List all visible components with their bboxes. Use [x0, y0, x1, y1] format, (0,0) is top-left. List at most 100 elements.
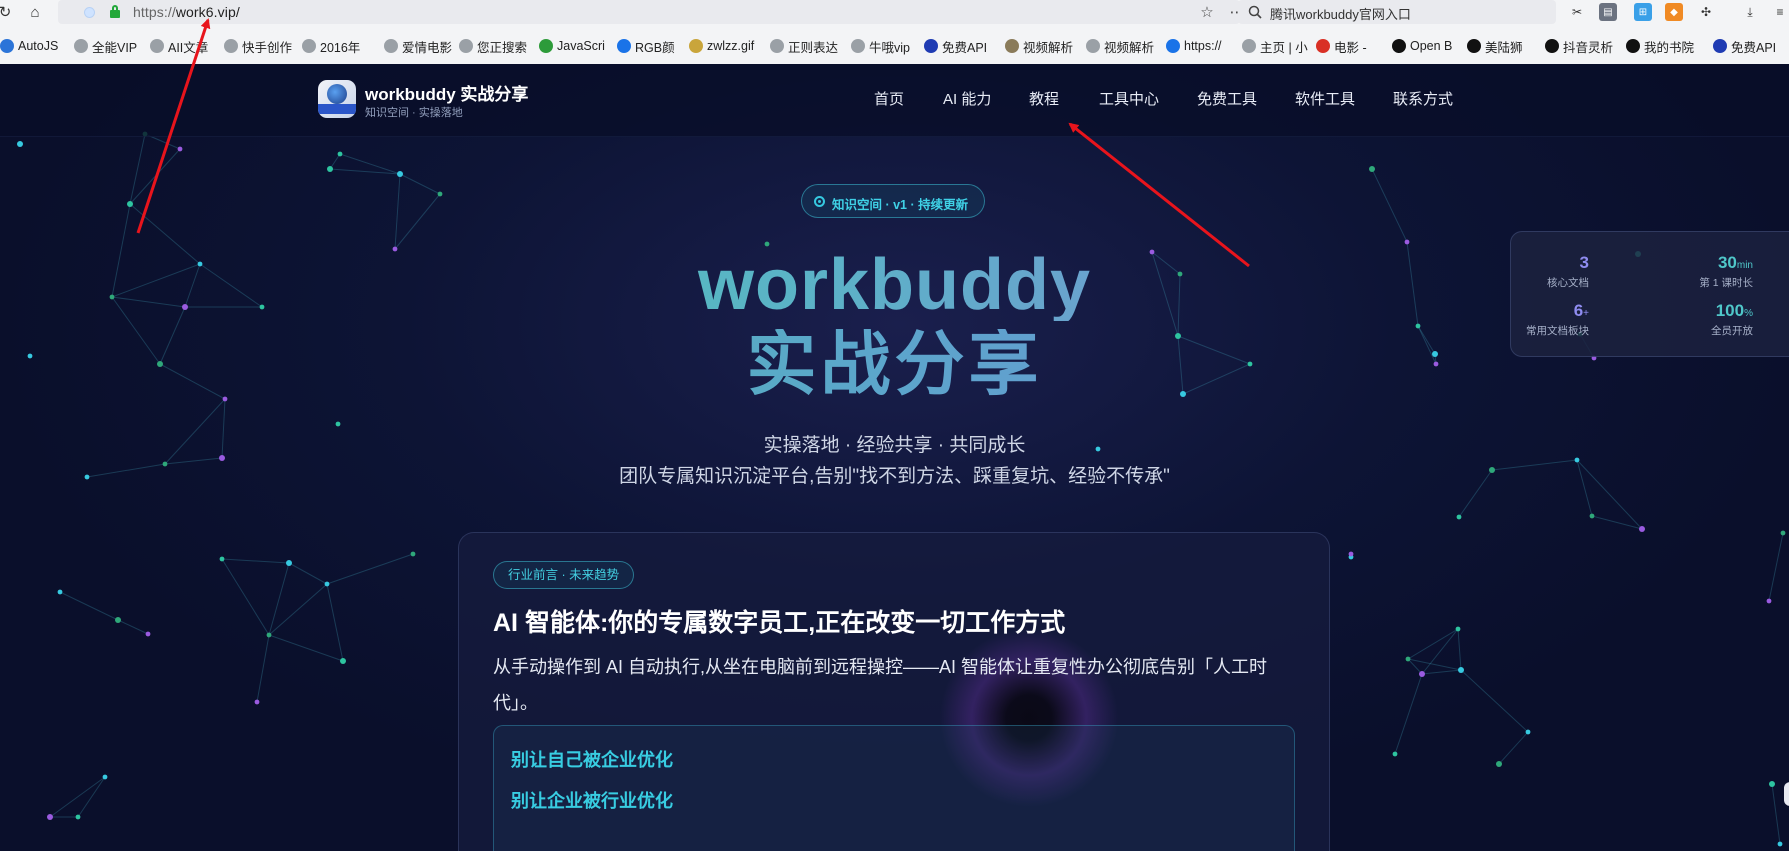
- bookmark-label: 免费API: [942, 40, 988, 55]
- browser-search-box[interactable]: 腾讯workbuddy官网入口: [1238, 0, 1556, 24]
- bookmark-item[interactable]: 我的书院: [1626, 37, 1694, 55]
- nav-tool-center[interactable]: 工具中心: [1099, 88, 1159, 109]
- site-info-icon[interactable]: [84, 7, 95, 18]
- bookmark-item[interactable]: zwlzz.gif: [689, 37, 754, 55]
- nav-free-tools[interactable]: 免费工具: [1197, 88, 1257, 109]
- bookmark-item[interactable]: 美陆狮: [1467, 37, 1523, 55]
- bookmark-item[interactable]: JavaScri: [539, 37, 605, 55]
- address-bar[interactable]: https://work6.vip/ ☆ ⋯ ⌄: [58, 0, 1273, 24]
- bookmark-item[interactable]: 快手创作: [224, 37, 292, 55]
- browser-toolbar: ↻ ⌂ https://work6.vip/ ☆ ⋯ ⌄ 腾讯workbuddy…: [0, 0, 1789, 25]
- bookmark-item[interactable]: 视频解析: [1086, 37, 1154, 55]
- highlight-item: 别让自己被企业优化: [511, 750, 673, 770]
- bookmark-item[interactable]: 爱情电影: [384, 37, 452, 55]
- bookmark-favicon-icon: [1242, 39, 1256, 53]
- card-description: 从手动操作到 AI 自动执行,从坐在电脑前到远程操控——AI 智能体让重复性办公…: [493, 657, 1268, 713]
- intro-card: 行业前言 · 未来趋势 AI 智能体:你的专属数字员工,正在改变一切工作方式 从…: [458, 532, 1330, 851]
- bookmark-label: 爱情电影: [402, 40, 453, 55]
- home-icon[interactable]: ⌂: [24, 2, 46, 22]
- bookmark-favicon-icon: [1713, 39, 1727, 53]
- bookmark-label: 2016年: [320, 40, 361, 55]
- bookmark-item[interactable]: Open B: [1392, 37, 1452, 55]
- bookmark-favicon-icon: [0, 39, 14, 53]
- bookmark-label: zwlzz.gif: [707, 39, 755, 53]
- bookmark-label: 主页 | 小: [1260, 40, 1308, 55]
- bookmark-favicon-icon: [1392, 39, 1406, 53]
- bookmark-item[interactable]: RGB颜: [617, 37, 675, 55]
- url-text[interactable]: https://work6.vip/: [133, 4, 240, 20]
- bookmark-favicon-icon: [1005, 39, 1019, 53]
- stat-label: 常用文档板块: [1526, 325, 1589, 337]
- bookmark-item[interactable]: 抖音灵析: [1545, 37, 1613, 55]
- stat-value: 100%: [1715, 301, 1753, 320]
- nav-software-tools[interactable]: 软件工具: [1295, 88, 1355, 109]
- nav-ai[interactable]: AI 能力: [943, 88, 991, 109]
- browser-chrome: ↻ ⌂ https://work6.vip/ ☆ ⋯ ⌄ 腾讯workbuddy…: [0, 0, 1789, 65]
- pulse-dot-icon: [814, 196, 825, 207]
- card-title: AI 智能体:你的专属数字员工,正在改变一切工作方式: [493, 609, 1066, 637]
- bookmark-favicon-icon: [1316, 39, 1330, 53]
- highlight-item: 别让企业被行业优化: [511, 791, 673, 811]
- nav-home[interactable]: 首页: [874, 88, 904, 109]
- bookmark-item[interactable]: 2016年: [302, 37, 360, 55]
- brand-title[interactable]: workbuddy 实战分享: [365, 80, 528, 105]
- scissors-icon[interactable]: ✂: [1568, 3, 1586, 21]
- bookmark-label: 正则表达: [788, 40, 839, 55]
- bookmark-label: 快手创作: [242, 40, 293, 55]
- reader-icon[interactable]: ▤: [1599, 3, 1617, 21]
- brand-subtitle: 知识空间 · 实操落地: [365, 107, 463, 119]
- bookmark-item[interactable]: 牛哦vip: [851, 37, 910, 55]
- menu-icon[interactable]: ≡: [1771, 3, 1789, 21]
- search-query[interactable]: 腾讯workbuddy官网入口: [1270, 4, 1411, 23]
- bookmark-favicon-icon: [539, 39, 553, 53]
- bookmark-favicon-icon: [1467, 39, 1481, 53]
- bookmark-item[interactable]: 正则表达: [770, 37, 838, 55]
- badge-text: 知识空间 · v1 · 持续更新: [832, 198, 969, 212]
- bookmark-label: 抖音灵析: [1563, 40, 1614, 55]
- puzzle-icon[interactable]: ✣: [1697, 3, 1715, 21]
- download-icon[interactable]: ⤓: [1741, 3, 1759, 21]
- bookmark-item[interactable]: 视频解析: [1005, 37, 1073, 55]
- bookmark-item[interactable]: 免费API: [1713, 37, 1776, 55]
- bookmark-favicon-icon: [689, 39, 703, 53]
- nav-contact[interactable]: 联系方式: [1393, 88, 1453, 109]
- translate-icon[interactable]: ⊞: [1634, 3, 1652, 21]
- site-header: workbuddy 实战分享 知识空间 · 实操落地 首页 AI 能力 教程 工…: [0, 64, 1789, 137]
- url-scheme: https://: [133, 4, 176, 20]
- hero-description: 团队专属知识沉淀平台,告别"找不到方法、踩重复坑、经验不传承": [619, 466, 1170, 487]
- stat-label: 核心文档: [1547, 277, 1589, 289]
- bookmark-star-icon[interactable]: ☆: [1196, 2, 1218, 22]
- bookmark-favicon-icon: [150, 39, 164, 53]
- bookmark-item[interactable]: 电影 -: [1316, 37, 1367, 55]
- search-icon: [1246, 3, 1264, 21]
- bookmark-label: JavaScri: [557, 39, 605, 53]
- bookmark-label: 我的书院: [1644, 40, 1695, 55]
- extension-orange-icon[interactable]: ◆: [1665, 3, 1683, 21]
- site-logo[interactable]: [318, 80, 356, 118]
- bookmark-label: https://: [1184, 39, 1222, 53]
- highlight-box: 别让自己被企业优化 别让企业被行业优化: [493, 725, 1295, 851]
- bookmark-item[interactable]: 免费API: [924, 37, 987, 55]
- nav-tutorial[interactable]: 教程: [1029, 88, 1059, 109]
- bookmark-item[interactable]: AII文章: [150, 37, 208, 55]
- scroll-edge-button[interactable]: [1784, 782, 1789, 806]
- bookmark-label: RGB颜: [635, 40, 675, 55]
- bookmark-favicon-icon: [770, 39, 784, 53]
- bookmark-label: 全能VIP: [92, 40, 138, 55]
- bookmark-item[interactable]: 主页 | 小: [1242, 37, 1308, 55]
- card-chip: 行业前言 · 未来趋势: [493, 561, 635, 589]
- back-icon[interactable]: ↻: [0, 2, 16, 22]
- hero-tagline: 实操落地 · 经验共享 · 共同成长: [763, 435, 1026, 456]
- bookmark-favicon-icon: [384, 39, 398, 53]
- bookmark-item[interactable]: 全能VIP: [74, 37, 137, 55]
- bookmark-label: 视频解析: [1104, 40, 1155, 55]
- lock-icon[interactable]: [110, 5, 120, 18]
- bookmark-label: 免费API: [1731, 40, 1777, 55]
- bookmark-item[interactable]: AutoJS: [0, 37, 58, 55]
- bookmark-label: 视频解析: [1023, 40, 1074, 55]
- stat-label: 第 1 课时长: [1699, 277, 1753, 289]
- bookmark-item[interactable]: https://: [1166, 37, 1222, 55]
- bookmark-favicon-icon: [924, 39, 938, 53]
- bookmark-favicon-icon: [459, 39, 473, 53]
- bookmark-item[interactable]: 您正搜索: [459, 37, 527, 55]
